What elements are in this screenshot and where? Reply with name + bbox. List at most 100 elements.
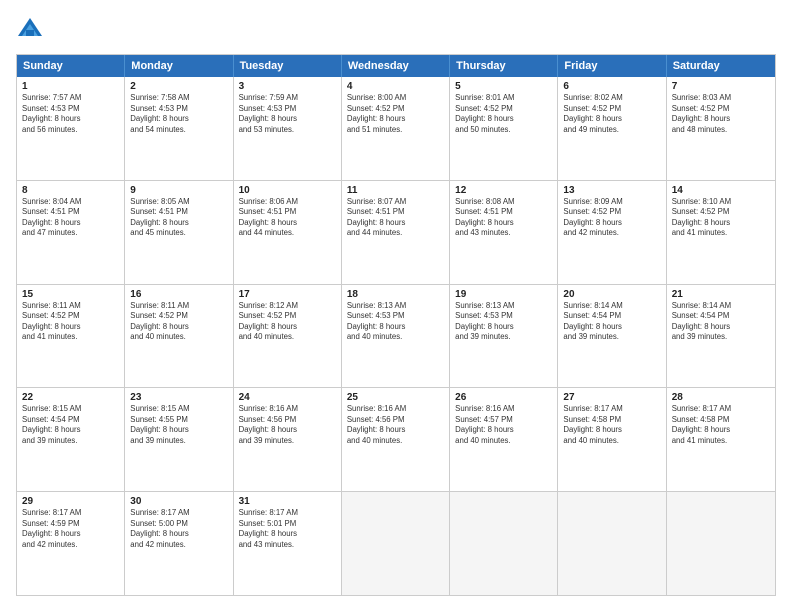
calendar-cell: 7Sunrise: 8:03 AM Sunset: 4:52 PM Daylig… [667, 77, 775, 180]
calendar-cell: 18Sunrise: 8:13 AM Sunset: 4:53 PM Dayli… [342, 285, 450, 388]
logo-icon [16, 16, 44, 44]
calendar-header: SundayMondayTuesdayWednesdayThursdayFrid… [17, 55, 775, 77]
day-number: 5 [455, 81, 552, 92]
day-of-week-header: Friday [558, 55, 666, 77]
cell-sun-info: Sunrise: 7:57 AM Sunset: 4:53 PM Dayligh… [22, 93, 119, 135]
day-number: 28 [672, 392, 770, 403]
calendar-cell: 25Sunrise: 8:16 AM Sunset: 4:56 PM Dayli… [342, 388, 450, 491]
calendar-cell: 31Sunrise: 8:17 AM Sunset: 5:01 PM Dayli… [234, 492, 342, 595]
calendar-cell: 16Sunrise: 8:11 AM Sunset: 4:52 PM Dayli… [125, 285, 233, 388]
calendar-cell: 20Sunrise: 8:14 AM Sunset: 4:54 PM Dayli… [558, 285, 666, 388]
day-of-week-header: Tuesday [234, 55, 342, 77]
day-number: 7 [672, 81, 770, 92]
cell-sun-info: Sunrise: 8:02 AM Sunset: 4:52 PM Dayligh… [563, 93, 660, 135]
calendar-cell: 9Sunrise: 8:05 AM Sunset: 4:51 PM Daylig… [125, 181, 233, 284]
calendar-cell: 8Sunrise: 8:04 AM Sunset: 4:51 PM Daylig… [17, 181, 125, 284]
calendar-cell: 17Sunrise: 8:12 AM Sunset: 4:52 PM Dayli… [234, 285, 342, 388]
calendar-week-row: 22Sunrise: 8:15 AM Sunset: 4:54 PM Dayli… [17, 388, 775, 492]
cell-sun-info: Sunrise: 8:14 AM Sunset: 4:54 PM Dayligh… [563, 301, 660, 343]
cell-sun-info: Sunrise: 8:16 AM Sunset: 4:56 PM Dayligh… [239, 404, 336, 446]
calendar-cell: 30Sunrise: 8:17 AM Sunset: 5:00 PM Dayli… [125, 492, 233, 595]
day-of-week-header: Thursday [450, 55, 558, 77]
header [16, 16, 776, 44]
cell-sun-info: Sunrise: 8:17 AM Sunset: 5:01 PM Dayligh… [239, 508, 336, 550]
cell-sun-info: Sunrise: 8:11 AM Sunset: 4:52 PM Dayligh… [130, 301, 227, 343]
calendar-cell: 5Sunrise: 8:01 AM Sunset: 4:52 PM Daylig… [450, 77, 558, 180]
calendar-cell [450, 492, 558, 595]
day-number: 21 [672, 289, 770, 300]
calendar-cell: 22Sunrise: 8:15 AM Sunset: 4:54 PM Dayli… [17, 388, 125, 491]
cell-sun-info: Sunrise: 8:17 AM Sunset: 5:00 PM Dayligh… [130, 508, 227, 550]
day-number: 16 [130, 289, 227, 300]
cell-sun-info: Sunrise: 8:11 AM Sunset: 4:52 PM Dayligh… [22, 301, 119, 343]
calendar-cell: 19Sunrise: 8:13 AM Sunset: 4:53 PM Dayli… [450, 285, 558, 388]
cell-sun-info: Sunrise: 8:17 AM Sunset: 4:58 PM Dayligh… [563, 404, 660, 446]
calendar-cell: 28Sunrise: 8:17 AM Sunset: 4:58 PM Dayli… [667, 388, 775, 491]
day-number: 17 [239, 289, 336, 300]
cell-sun-info: Sunrise: 8:00 AM Sunset: 4:52 PM Dayligh… [347, 93, 444, 135]
calendar-week-row: 15Sunrise: 8:11 AM Sunset: 4:52 PM Dayli… [17, 285, 775, 389]
calendar-body: 1Sunrise: 7:57 AM Sunset: 4:53 PM Daylig… [17, 77, 775, 595]
day-of-week-header: Sunday [17, 55, 125, 77]
cell-sun-info: Sunrise: 8:04 AM Sunset: 4:51 PM Dayligh… [22, 197, 119, 239]
day-number: 24 [239, 392, 336, 403]
cell-sun-info: Sunrise: 8:17 AM Sunset: 4:58 PM Dayligh… [672, 404, 770, 446]
calendar-cell: 14Sunrise: 8:10 AM Sunset: 4:52 PM Dayli… [667, 181, 775, 284]
day-number: 19 [455, 289, 552, 300]
day-number: 13 [563, 185, 660, 196]
day-number: 27 [563, 392, 660, 403]
day-number: 14 [672, 185, 770, 196]
cell-sun-info: Sunrise: 8:07 AM Sunset: 4:51 PM Dayligh… [347, 197, 444, 239]
cell-sun-info: Sunrise: 8:15 AM Sunset: 4:54 PM Dayligh… [22, 404, 119, 446]
calendar-cell: 15Sunrise: 8:11 AM Sunset: 4:52 PM Dayli… [17, 285, 125, 388]
calendar-cell: 24Sunrise: 8:16 AM Sunset: 4:56 PM Dayli… [234, 388, 342, 491]
day-number: 9 [130, 185, 227, 196]
calendar-cell [558, 492, 666, 595]
calendar-week-row: 8Sunrise: 8:04 AM Sunset: 4:51 PM Daylig… [17, 181, 775, 285]
calendar-cell: 12Sunrise: 8:08 AM Sunset: 4:51 PM Dayli… [450, 181, 558, 284]
cell-sun-info: Sunrise: 8:16 AM Sunset: 4:57 PM Dayligh… [455, 404, 552, 446]
day-number: 23 [130, 392, 227, 403]
calendar-cell: 27Sunrise: 8:17 AM Sunset: 4:58 PM Dayli… [558, 388, 666, 491]
calendar-week-row: 1Sunrise: 7:57 AM Sunset: 4:53 PM Daylig… [17, 77, 775, 181]
day-number: 15 [22, 289, 119, 300]
day-number: 29 [22, 496, 119, 507]
day-of-week-header: Monday [125, 55, 233, 77]
day-number: 10 [239, 185, 336, 196]
calendar-cell [667, 492, 775, 595]
cell-sun-info: Sunrise: 8:13 AM Sunset: 4:53 PM Dayligh… [455, 301, 552, 343]
calendar-cell: 13Sunrise: 8:09 AM Sunset: 4:52 PM Dayli… [558, 181, 666, 284]
day-number: 31 [239, 496, 336, 507]
calendar-cell: 6Sunrise: 8:02 AM Sunset: 4:52 PM Daylig… [558, 77, 666, 180]
cell-sun-info: Sunrise: 8:03 AM Sunset: 4:52 PM Dayligh… [672, 93, 770, 135]
day-number: 20 [563, 289, 660, 300]
cell-sun-info: Sunrise: 8:13 AM Sunset: 4:53 PM Dayligh… [347, 301, 444, 343]
cell-sun-info: Sunrise: 7:59 AM Sunset: 4:53 PM Dayligh… [239, 93, 336, 135]
day-of-week-header: Wednesday [342, 55, 450, 77]
calendar-cell [342, 492, 450, 595]
cell-sun-info: Sunrise: 8:15 AM Sunset: 4:55 PM Dayligh… [130, 404, 227, 446]
logo [16, 16, 48, 44]
calendar-cell: 1Sunrise: 7:57 AM Sunset: 4:53 PM Daylig… [17, 77, 125, 180]
day-number: 1 [22, 81, 119, 92]
cell-sun-info: Sunrise: 8:01 AM Sunset: 4:52 PM Dayligh… [455, 93, 552, 135]
cell-sun-info: Sunrise: 8:09 AM Sunset: 4:52 PM Dayligh… [563, 197, 660, 239]
cell-sun-info: Sunrise: 8:14 AM Sunset: 4:54 PM Dayligh… [672, 301, 770, 343]
cell-sun-info: Sunrise: 8:08 AM Sunset: 4:51 PM Dayligh… [455, 197, 552, 239]
day-number: 26 [455, 392, 552, 403]
calendar-cell: 23Sunrise: 8:15 AM Sunset: 4:55 PM Dayli… [125, 388, 233, 491]
calendar-cell: 21Sunrise: 8:14 AM Sunset: 4:54 PM Dayli… [667, 285, 775, 388]
calendar-cell: 11Sunrise: 8:07 AM Sunset: 4:51 PM Dayli… [342, 181, 450, 284]
calendar-week-row: 29Sunrise: 8:17 AM Sunset: 4:59 PM Dayli… [17, 492, 775, 595]
calendar-cell: 26Sunrise: 8:16 AM Sunset: 4:57 PM Dayli… [450, 388, 558, 491]
cell-sun-info: Sunrise: 8:16 AM Sunset: 4:56 PM Dayligh… [347, 404, 444, 446]
cell-sun-info: Sunrise: 7:58 AM Sunset: 4:53 PM Dayligh… [130, 93, 227, 135]
cell-sun-info: Sunrise: 8:10 AM Sunset: 4:52 PM Dayligh… [672, 197, 770, 239]
calendar-cell: 4Sunrise: 8:00 AM Sunset: 4:52 PM Daylig… [342, 77, 450, 180]
day-number: 8 [22, 185, 119, 196]
day-number: 18 [347, 289, 444, 300]
cell-sun-info: Sunrise: 8:12 AM Sunset: 4:52 PM Dayligh… [239, 301, 336, 343]
day-number: 12 [455, 185, 552, 196]
day-number: 4 [347, 81, 444, 92]
cell-sun-info: Sunrise: 8:17 AM Sunset: 4:59 PM Dayligh… [22, 508, 119, 550]
